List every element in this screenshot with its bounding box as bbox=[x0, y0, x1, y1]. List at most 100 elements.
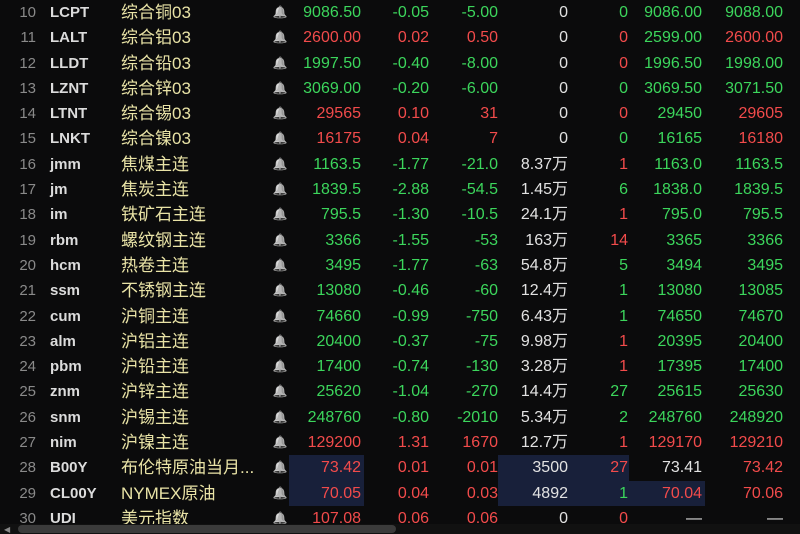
cell-bid: 3069.50 bbox=[644, 79, 702, 97]
row-number: 27 bbox=[19, 434, 36, 452]
table-row[interactable]: 22 cum 沪铜主连 🔔 74660 -0.99 -750 6.43万 1 74650 74670 bbox=[0, 304, 800, 329]
cell-vol: 4892 bbox=[498, 480, 570, 506]
table-row[interactable]: 29 CL00Y NYMEX原油 🔔 70.05 0.04 0.03 4892 1 70.04 70… bbox=[0, 480, 800, 506]
contract-code: znm bbox=[50, 383, 80, 401]
cell-bid: 3494 bbox=[666, 256, 702, 274]
cell-ask: 29605 bbox=[738, 105, 784, 123]
bell-alert-icon[interactable]: 🔔 bbox=[272, 430, 288, 455]
contract-name: 综合镍03 bbox=[121, 129, 191, 149]
contract-name: 沪铝主连 bbox=[121, 331, 189, 351]
scrollbar-thumb[interactable] bbox=[18, 525, 396, 533]
row-number: 22 bbox=[19, 307, 36, 325]
contract-name: 铁矿石主连 bbox=[121, 205, 206, 225]
cell-bid: 16165 bbox=[657, 130, 703, 148]
table-row[interactable]: 25 znm 沪锌主连 🔔 25620 -1.04 -270 14.4万 27 25615 2563… bbox=[0, 379, 800, 404]
cell-chg2: -75 bbox=[474, 332, 498, 350]
table-row[interactable]: 14 LTNT 综合锡03 🔔 29565 0.10 31 0 0 29450 29605 bbox=[0, 101, 800, 126]
cell-chg2: -270 bbox=[465, 383, 498, 401]
cell-chg2: 7 bbox=[489, 130, 498, 148]
bell-alert-icon[interactable]: 🔔 bbox=[272, 101, 288, 126]
table-row[interactable]: 10 LCPT 综合铜03 🔔 9086.50 -0.05 -5.00 0 0 9086.00 90… bbox=[0, 0, 800, 25]
row-number: 25 bbox=[19, 383, 36, 401]
cell-chg: -0.05 bbox=[392, 4, 429, 21]
contract-code: ssm bbox=[50, 282, 81, 300]
contract-code: LCPT bbox=[50, 4, 90, 21]
table-row[interactable]: 13 LZNT 综合锌03 🔔 3069.00 -0.20 -6.00 0 0 3069.50 30… bbox=[0, 76, 800, 101]
table-row[interactable]: 20 hcm 热卷主连 🔔 3495 -1.77 -63 54.8万 5 3494 3495 bbox=[0, 253, 800, 278]
table-row[interactable]: 16 jmm 焦煤主连 🔔 1163.5 -1.77 -21.0 8.37万 1 1163.0 11… bbox=[0, 152, 800, 177]
bell-alert-icon[interactable]: 🔔 bbox=[272, 481, 288, 506]
table-row[interactable]: 12 LLDT 综合铅03 🔔 1997.50 -0.40 -8.00 0 0 1996.50 19… bbox=[0, 51, 800, 76]
row-number: 15 bbox=[19, 130, 36, 148]
contract-code: jm bbox=[50, 181, 68, 199]
cell-chg: -0.99 bbox=[392, 307, 429, 325]
contract-code: CL00Y bbox=[50, 484, 97, 502]
cell-bid: 20395 bbox=[657, 332, 703, 350]
table-row[interactable]: 23 alm 沪铝主连 🔔 20400 -0.37 -75 9.98万 1 20395 20400 bbox=[0, 329, 800, 354]
cell-ask: 2600.00 bbox=[725, 29, 783, 47]
cell-hand: 0 bbox=[619, 130, 628, 148]
cell-chg: 0.04 bbox=[397, 130, 429, 148]
row-number: 19 bbox=[19, 231, 36, 249]
bell-alert-icon[interactable]: 🔔 bbox=[272, 25, 288, 50]
cell-ask: 3495 bbox=[747, 256, 783, 274]
table-row[interactable]: 26 snm 沪锡主连 🔔 248760 -0.80 -2010 5.34万 2 248760 24… bbox=[0, 405, 800, 430]
bell-alert-icon[interactable]: 🔔 bbox=[272, 278, 288, 303]
cell-vol: 9.98万 bbox=[520, 332, 568, 350]
row-number: 12 bbox=[19, 54, 36, 72]
cell-chg2: -5.00 bbox=[461, 4, 498, 21]
horizontal-scrollbar[interactable]: ◀ bbox=[0, 524, 800, 534]
cell-bid: 25615 bbox=[657, 383, 703, 401]
bell-alert-icon[interactable]: 🔔 bbox=[272, 202, 288, 227]
bell-alert-icon[interactable]: 🔔 bbox=[272, 304, 288, 329]
cell-bid: 3365 bbox=[666, 231, 702, 249]
cell-chg: -1.55 bbox=[392, 231, 429, 249]
contract-code: LALT bbox=[50, 29, 88, 47]
bell-alert-icon[interactable]: 🔔 bbox=[272, 405, 288, 430]
cell-ask: 3071.50 bbox=[725, 79, 783, 97]
cell-hand: 0 bbox=[619, 54, 628, 72]
bell-alert-icon[interactable]: 🔔 bbox=[272, 76, 288, 101]
bell-alert-icon[interactable]: 🔔 bbox=[272, 455, 288, 480]
contract-code: LLDT bbox=[50, 54, 89, 72]
table-row[interactable]: 18 im 铁矿石主连 🔔 795.5 -1.30 -10.5 24.1万 1 795.0 795.… bbox=[0, 202, 800, 227]
cell-bid: 129170 bbox=[648, 434, 702, 452]
cell-chg: -0.20 bbox=[392, 79, 429, 97]
cell-ask: 25630 bbox=[738, 383, 784, 401]
cell-price: 29565 bbox=[316, 105, 362, 123]
cell-ask: 795.5 bbox=[742, 206, 783, 224]
contract-name: 焦炭主连 bbox=[121, 180, 189, 200]
table-row[interactable]: 27 nim 沪镍主连 🔔 129200 1.31 1670 12.7万 1 129170 1292… bbox=[0, 430, 800, 455]
bell-alert-icon[interactable]: 🔔 bbox=[272, 51, 288, 76]
bell-alert-icon[interactable]: 🔔 bbox=[272, 228, 288, 253]
table-row[interactable]: 17 jm 焦炭主连 🔔 1839.5 -2.88 -54.5 1.45万 6 1838.0 183… bbox=[0, 177, 800, 202]
cell-hand: 1 bbox=[619, 434, 628, 452]
table-row[interactable]: 11 LALT 综合铝03 🔔 2600.00 0.02 0.50 0 0 2599.00 2600… bbox=[0, 25, 800, 50]
bell-alert-icon[interactable]: 🔔 bbox=[272, 253, 288, 278]
cell-price: 13080 bbox=[316, 282, 362, 300]
bell-alert-icon[interactable]: 🔔 bbox=[272, 126, 288, 151]
cell-ask: 74670 bbox=[738, 307, 784, 325]
cell-bid: 1163.0 bbox=[654, 155, 702, 173]
bell-alert-icon[interactable]: 🔔 bbox=[272, 177, 288, 202]
bell-alert-icon[interactable]: 🔔 bbox=[272, 379, 288, 404]
scroll-left-arrow-icon[interactable]: ◀ bbox=[4, 525, 10, 534]
bell-alert-icon[interactable]: 🔔 bbox=[272, 0, 288, 25]
cell-ask: 9088.00 bbox=[725, 4, 783, 21]
bell-alert-icon[interactable]: 🔔 bbox=[272, 152, 288, 177]
table-row[interactable]: 15 LNKT 综合镍03 🔔 16175 0.04 7 0 0 16165 16180 bbox=[0, 126, 800, 151]
table-row[interactable]: 24 pbm 沪铅主连 🔔 17400 -0.74 -130 3.28万 1 17395 17400 bbox=[0, 354, 800, 379]
table-row[interactable]: 21 ssm 不锈钢主连 🔔 13080 -0.46 -60 12.4万 1 13080 13085 bbox=[0, 278, 800, 303]
cell-chg: 0.01 bbox=[397, 459, 429, 477]
cell-price: 74660 bbox=[316, 307, 362, 325]
bell-alert-icon[interactable]: 🔔 bbox=[272, 354, 288, 379]
cell-hand: 0 bbox=[619, 4, 628, 21]
contract-code: rbm bbox=[50, 231, 79, 249]
cell-chg: -1.77 bbox=[392, 155, 429, 173]
cell-vol: 163万 bbox=[525, 231, 568, 249]
row-number: 23 bbox=[19, 332, 36, 350]
table-row[interactable]: 19 rbm 螺纹钢主连 🔔 3366 -1.55 -53 163万 14 3365 3366 bbox=[0, 228, 800, 253]
bell-alert-icon[interactable]: 🔔 bbox=[272, 329, 288, 354]
cell-chg2: -750 bbox=[465, 307, 498, 325]
table-row[interactable]: 28 B00Y 布伦特原油当月... 🔔 73.42 0.01 0.01 3500 27 73.4… bbox=[0, 455, 800, 481]
